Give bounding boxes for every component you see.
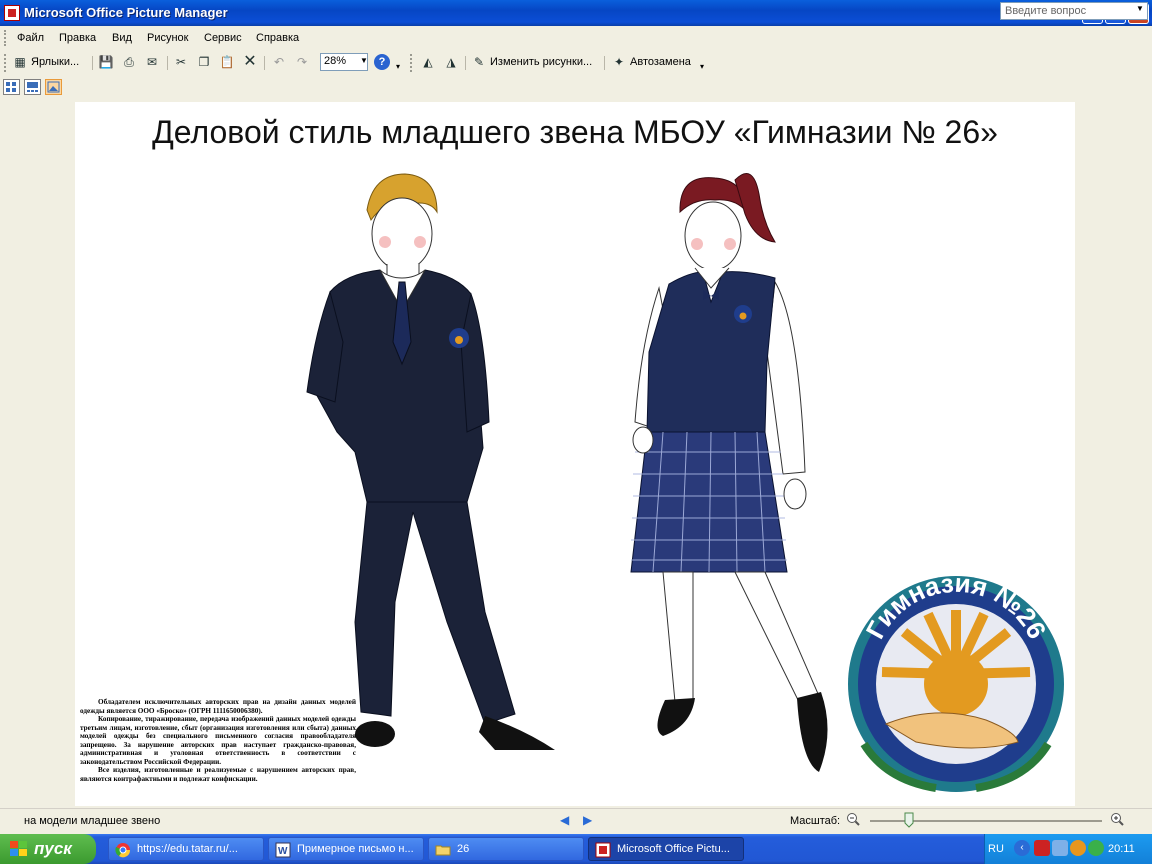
previous-picture-icon[interactable]: ◀ [560, 813, 569, 827]
show-hidden-icons-icon[interactable]: ‹ [1014, 840, 1030, 856]
single-picture-view-button[interactable] [45, 79, 62, 95]
toolbar-options-icon[interactable]: ▾ [396, 62, 400, 71]
toolbar-grip[interactable] [4, 54, 9, 72]
windows-logo-icon [10, 841, 27, 856]
zoom-label: Масштаб: [790, 815, 841, 827]
picture-manager-icon [595, 842, 611, 858]
start-label: пуск [34, 839, 72, 858]
task-label: Microsoft Office Pictu... [617, 843, 730, 855]
copyright-paragraph: Обладателем исключительных авторских пра… [80, 698, 356, 715]
chrome-icon [115, 843, 131, 858]
undo-icon[interactable]: ↶ [271, 54, 287, 70]
toolbar-divider [264, 56, 265, 70]
menu-grip[interactable] [4, 30, 9, 46]
menu-picture[interactable]: Рисунок [147, 32, 189, 44]
rotate-right-icon[interactable]: ◮ [443, 54, 459, 70]
taskbar-item-folder[interactable]: 26 [428, 837, 584, 861]
save-icon[interactable]: 💾 [98, 54, 114, 70]
menu-file[interactable]: Файл [17, 32, 44, 44]
redo-icon[interactable]: ↷ [294, 54, 310, 70]
acrobat-icon[interactable] [1034, 840, 1050, 856]
taskbar-item-picture-manager[interactable]: Microsoft Office Pictu... [588, 837, 744, 861]
copyright-paragraph: Копирование, тиражирование, передача изо… [80, 715, 356, 766]
window-title: Microsoft Office Picture Manager [24, 5, 228, 20]
chevron-down-icon[interactable]: ▼ [1136, 4, 1144, 13]
paste-icon[interactable]: 📋 [219, 54, 235, 70]
picture-manager-icon [4, 5, 20, 21]
zoom-in-icon[interactable] [1110, 812, 1124, 826]
messenger-icon[interactable] [1088, 840, 1104, 856]
single-picture-view-icon [47, 81, 60, 93]
edit-pictures-button[interactable]: Изменить рисунки... [490, 56, 592, 68]
filmstrip-view-button[interactable] [24, 79, 41, 95]
file-name: на модели младшее звено [24, 815, 161, 827]
boy-figure [306, 173, 555, 750]
word-icon: W [275, 842, 291, 858]
thumbnail-view-icon [6, 82, 16, 92]
start-button[interactable]: пуск [0, 834, 96, 864]
view-toolbar [0, 76, 1152, 99]
shortcuts-button[interactable]: Ярлыки... [31, 56, 79, 68]
menu-edit[interactable]: Правка [59, 32, 96, 44]
tray-app-icon[interactable] [1070, 840, 1086, 856]
toolbar-grip[interactable] [410, 54, 415, 72]
print-icon[interactable]: ⎙ [121, 54, 137, 70]
cut-icon[interactable]: ✂ [173, 54, 189, 70]
toolbar-divider [167, 56, 168, 70]
taskbar-item-word[interactable]: W Примерное письмо н... [268, 837, 424, 861]
toolbar-divider [465, 56, 466, 70]
shortcuts-icon[interactable]: ▦ [12, 54, 28, 70]
toolbar-options-icon[interactable]: ▾ [700, 62, 704, 71]
gymnasium-logo: Гимназия №26 [848, 568, 1064, 792]
menu-help[interactable]: Справка [256, 32, 299, 44]
delete-icon[interactable]: ✕ [242, 54, 258, 70]
svg-text:W: W [278, 846, 288, 857]
taskbar-item-browser[interactable]: https://edu.tatar.ru/... [108, 837, 264, 861]
thumbnail-view-button[interactable] [3, 79, 20, 95]
autocorrect-button[interactable]: Автозамена [630, 56, 691, 68]
picture-title: Деловой стиль младшего звена МБОУ «Гимна… [152, 114, 998, 150]
toolbar-divider [604, 56, 605, 70]
rotate-left-icon[interactable]: ◭ [420, 54, 436, 70]
zoom-slider-thumb[interactable] [904, 812, 914, 828]
zoom-out-icon[interactable] [846, 812, 860, 826]
edit-pictures-icon[interactable]: ✎ [471, 54, 487, 70]
menu-tools[interactable]: Сервис [204, 32, 242, 44]
autocorrect-icon[interactable]: ✦ [611, 54, 627, 70]
girl-figure [630, 173, 828, 772]
copyright-notice: Обладателем исключительных авторских пра… [80, 698, 356, 783]
filmstrip-view-icon [27, 82, 38, 92]
toolbar-divider [92, 56, 93, 70]
network-icon[interactable] [1052, 840, 1068, 856]
menu-view[interactable]: Вид [112, 32, 132, 44]
folder-icon [435, 845, 451, 856]
language-indicator[interactable]: RU [988, 843, 1004, 855]
help-icon[interactable]: ? [374, 54, 390, 70]
task-label: https://edu.tatar.ru/... [137, 843, 238, 855]
clock: 20:11 [1108, 843, 1135, 855]
chevron-down-icon[interactable]: ▼ [360, 56, 368, 65]
email-icon[interactable]: ✉ [144, 54, 160, 70]
next-picture-icon[interactable]: ▶ [583, 813, 592, 827]
copy-icon[interactable]: ❐ [196, 54, 212, 70]
copyright-paragraph: Все изделия, изготовленные и реализуемые… [80, 766, 356, 783]
help-search-input[interactable]: Введите вопрос [1000, 2, 1148, 20]
task-label: 26 [457, 843, 470, 855]
task-label: Примерное письмо н... [297, 843, 414, 855]
